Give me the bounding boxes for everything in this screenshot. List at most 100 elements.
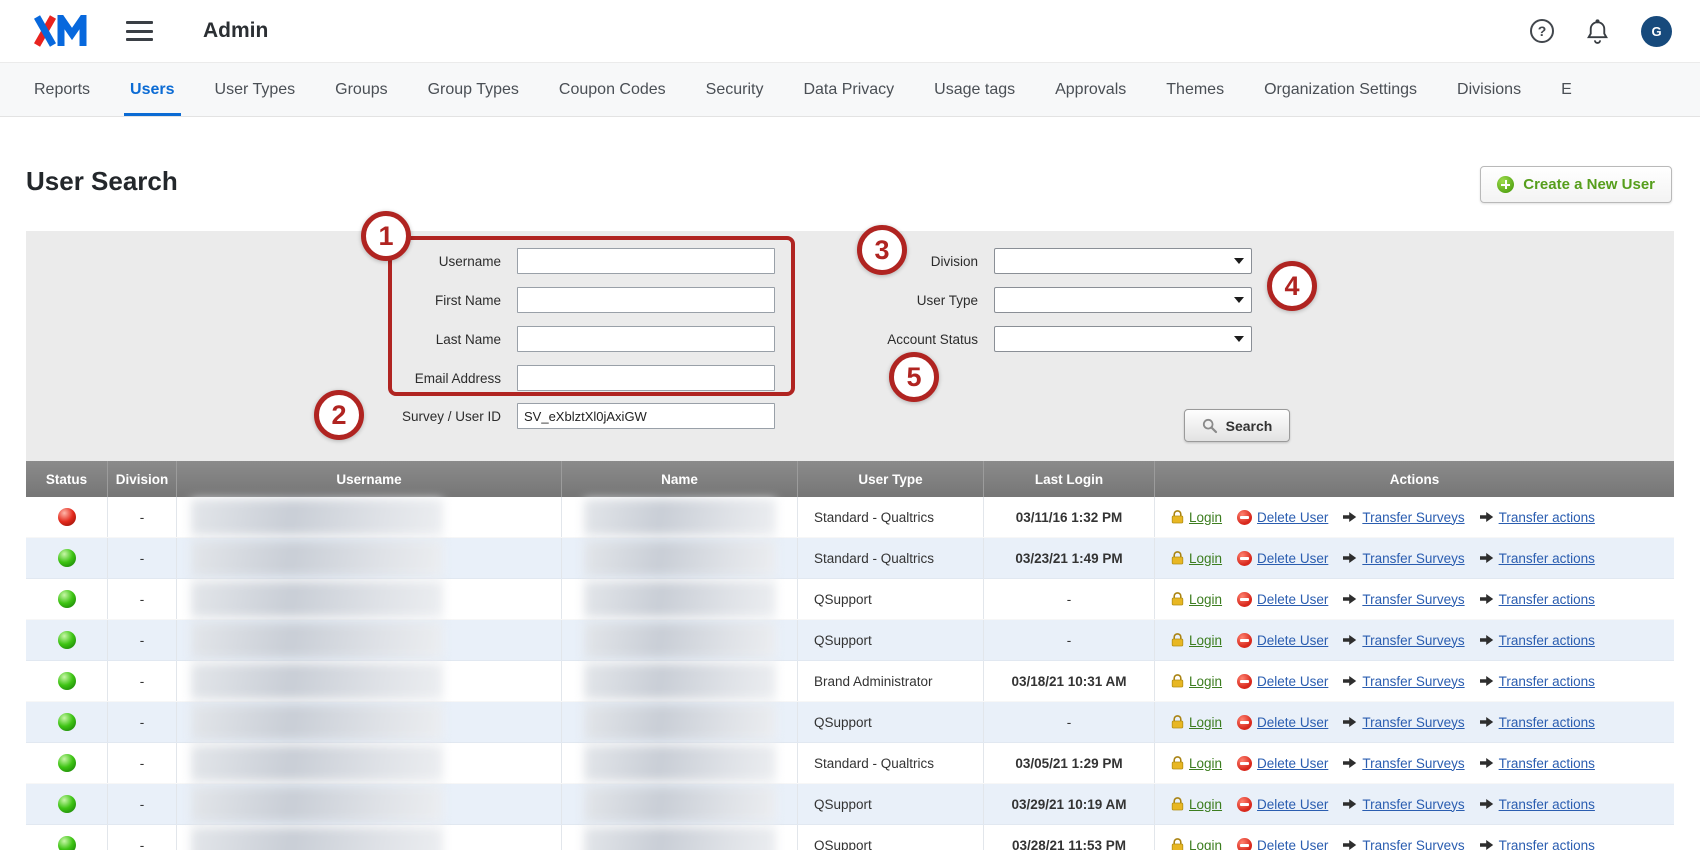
padlock-icon: [1171, 756, 1184, 770]
username-input[interactable]: [517, 248, 775, 274]
last-login-cell: -: [984, 579, 1155, 619]
user-type-cell: QSupport: [798, 579, 984, 619]
login-link[interactable]: Login: [1171, 633, 1222, 648]
tab-groups[interactable]: Groups: [315, 63, 407, 116]
transfer-surveys-link[interactable]: Transfer Surveys: [1343, 797, 1464, 812]
tab-e[interactable]: E: [1541, 63, 1592, 116]
padlock-icon: [1171, 838, 1184, 850]
status-cell: [26, 620, 108, 660]
delete-user-link[interactable]: Delete User: [1237, 674, 1328, 689]
delete-user-link[interactable]: Delete User: [1237, 715, 1328, 730]
first-name-input[interactable]: [517, 287, 775, 313]
header-name: Name: [562, 461, 798, 497]
transfer-actions-link[interactable]: Transfer actions: [1480, 715, 1595, 730]
transfer-surveys-link[interactable]: Transfer Surveys: [1343, 838, 1464, 850]
delete-user-link[interactable]: Delete User: [1237, 797, 1328, 812]
redacted-username: [191, 827, 443, 850]
tab-users[interactable]: Users: [110, 63, 194, 116]
actions-cell: Login Delete User Transfer Surveys Transfer…: [1155, 743, 1674, 783]
user-type-cell: Standard - Qualtrics: [798, 497, 984, 537]
survey-user-id-input[interactable]: [517, 403, 775, 429]
actions-cell: Login Delete User Transfer Surveys Transfer…: [1155, 538, 1674, 578]
delete-user-link[interactable]: Delete User: [1237, 551, 1328, 566]
transfer-surveys-link[interactable]: Transfer Surveys: [1343, 510, 1464, 525]
user-type-cell: QSupport: [798, 620, 984, 660]
delete-user-link[interactable]: Delete User: [1237, 756, 1328, 771]
login-link[interactable]: Login: [1171, 510, 1222, 525]
redacted-name: [584, 827, 776, 850]
xm-logo: [34, 15, 88, 47]
username-cell: [177, 784, 562, 824]
account-status-select[interactable]: [994, 326, 1252, 352]
tab-approvals[interactable]: Approvals: [1035, 63, 1146, 116]
tab-user-types[interactable]: User Types: [195, 63, 316, 116]
status-green-icon: [58, 836, 76, 850]
name-cell: [562, 825, 798, 850]
status-green-icon: [58, 713, 76, 731]
tab-themes[interactable]: Themes: [1146, 63, 1244, 116]
tab-data-privacy[interactable]: Data Privacy: [783, 63, 914, 116]
tab-security[interactable]: Security: [686, 63, 784, 116]
user-type-cell: Standard - Qualtrics: [798, 538, 984, 578]
tab-coupon-codes[interactable]: Coupon Codes: [539, 63, 686, 116]
transfer-surveys-link[interactable]: Transfer Surveys: [1343, 592, 1464, 607]
transfer-actions-link[interactable]: Transfer actions: [1480, 592, 1595, 607]
create-new-user-button[interactable]: Create a New User: [1480, 166, 1672, 203]
tab-organization-settings[interactable]: Organization Settings: [1244, 63, 1437, 116]
login-link[interactable]: Login: [1171, 592, 1222, 607]
create-new-user-label: Create a New User: [1523, 176, 1655, 193]
tab-group-types[interactable]: Group Types: [408, 63, 539, 116]
delete-user-link[interactable]: Delete User: [1237, 838, 1328, 850]
login-link[interactable]: Login: [1171, 838, 1222, 850]
division-select[interactable]: [994, 248, 1252, 274]
tab-divisions[interactable]: Divisions: [1437, 63, 1541, 116]
login-link[interactable]: Login: [1171, 715, 1222, 730]
transfer-surveys-link[interactable]: Transfer Surveys: [1343, 756, 1464, 771]
transfer-arrow-icon: [1343, 757, 1357, 769]
delete-user-link[interactable]: Delete User: [1237, 510, 1328, 525]
tab-usage-tags[interactable]: Usage tags: [914, 63, 1035, 116]
avatar[interactable]: G: [1641, 16, 1672, 47]
help-icon[interactable]: ?: [1530, 19, 1554, 43]
user-type-select[interactable]: [994, 287, 1252, 313]
survey-user-id-label: Survey / User ID: [26, 409, 517, 424]
transfer-surveys-link[interactable]: Transfer Surveys: [1343, 551, 1464, 566]
login-link[interactable]: Login: [1171, 674, 1222, 689]
transfer-surveys-link[interactable]: Transfer Surveys: [1343, 674, 1464, 689]
email-address-input[interactable]: [517, 365, 775, 391]
actions-cell: Login Delete User Transfer Surveys Transfer…: [1155, 784, 1674, 824]
login-link[interactable]: Login: [1171, 797, 1222, 812]
transfer-surveys-link[interactable]: Transfer Surveys: [1343, 633, 1464, 648]
actions-cell: Login Delete User Transfer Surveys Transfer…: [1155, 497, 1674, 537]
status-green-icon: [58, 549, 76, 567]
user-type-cell: QSupport: [798, 784, 984, 824]
results-table: Status Division Username Name User Type …: [26, 461, 1674, 850]
transfer-surveys-link[interactable]: Transfer Surveys: [1343, 715, 1464, 730]
hamburger-menu-icon[interactable]: [126, 21, 153, 41]
status-green-icon: [58, 795, 76, 813]
transfer-actions-link[interactable]: Transfer actions: [1480, 510, 1595, 525]
notifications-bell-icon[interactable]: [1586, 19, 1609, 44]
transfer-actions-link[interactable]: Transfer actions: [1480, 551, 1595, 566]
last-name-input[interactable]: [517, 326, 775, 352]
transfer-actions-link[interactable]: Transfer actions: [1480, 797, 1595, 812]
login-link[interactable]: Login: [1171, 551, 1222, 566]
login-link[interactable]: Login: [1171, 756, 1222, 771]
division-cell: -: [108, 784, 177, 824]
search-button[interactable]: Search: [1184, 409, 1290, 442]
division-cell: -: [108, 702, 177, 742]
delete-user-link[interactable]: Delete User: [1237, 592, 1328, 607]
last-name-label: Last Name: [26, 332, 517, 347]
last-login-cell: 03/11/16 1:32 PM: [984, 497, 1155, 537]
transfer-actions-link[interactable]: Transfer actions: [1480, 756, 1595, 771]
tab-reports[interactable]: Reports: [14, 63, 110, 116]
transfer-actions-link[interactable]: Transfer actions: [1480, 633, 1595, 648]
transfer-arrow-icon: [1480, 511, 1494, 523]
status-red-icon: [58, 508, 76, 526]
delete-icon: [1237, 715, 1252, 730]
table-row: -QSupport-LoginDelete UserTransfer Surve…: [26, 620, 1674, 661]
transfer-actions-link[interactable]: Transfer actions: [1480, 674, 1595, 689]
transfer-actions-link[interactable]: Transfer actions: [1480, 838, 1595, 850]
division-cell: -: [108, 661, 177, 701]
delete-user-link[interactable]: Delete User: [1237, 633, 1328, 648]
